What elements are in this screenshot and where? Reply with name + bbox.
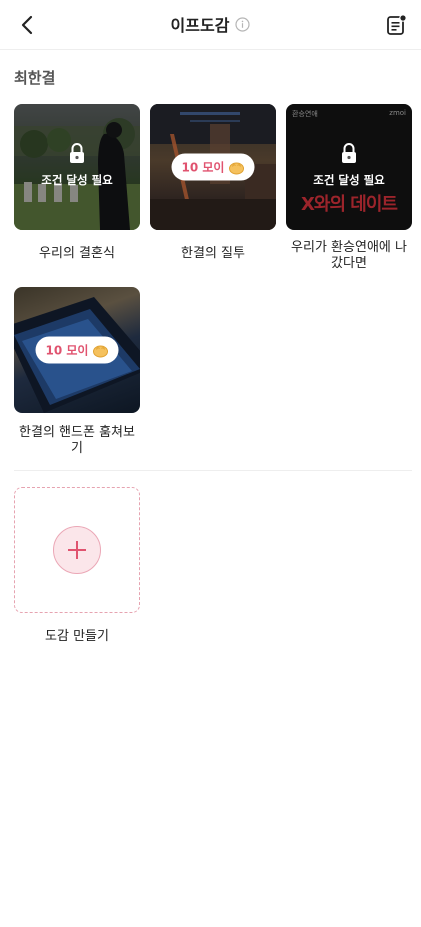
coin-icon: [92, 343, 108, 357]
lock-icon: [68, 142, 86, 164]
card-caption: 한결의 질투: [181, 246, 245, 261]
section-divider: [14, 470, 412, 471]
note-list-button[interactable]: [381, 10, 411, 40]
ifbook-card-exchange[interactable]: 환승연애 zmoi X와의 데이트 조건 달성 필요 우리가 환승연애에 나갔다…: [286, 104, 412, 272]
section-title: 최한결: [14, 69, 56, 87]
create-ifbook-button[interactable]: [14, 487, 140, 613]
info-icon[interactable]: [235, 16, 251, 32]
create-ifbook-label: 도감 만들기: [45, 629, 109, 644]
price-text: 10 모이: [181, 160, 225, 175]
plus-button[interactable]: [53, 526, 101, 574]
page-title: 이프도감: [170, 16, 230, 35]
create-ifbook-card[interactable]: 도감 만들기: [14, 487, 140, 644]
card-thumbnail: 조건 달성 필요: [14, 104, 140, 230]
header-bar: 이프도감: [0, 0, 421, 50]
coin-icon: [228, 160, 244, 174]
ifbook-card-wedding[interactable]: 조건 달성 필요 우리의 결혼식: [14, 104, 140, 262]
card-caption: 우리가 환승연애에 나갔다면: [291, 240, 407, 271]
lock-status-text: 조건 달성 필요: [41, 173, 113, 187]
card-caption: 우리의 결혼식: [39, 246, 115, 261]
note-list-icon: [387, 14, 407, 35]
plus-icon: [68, 541, 86, 559]
card-thumbnail: 10 모이: [150, 104, 276, 230]
lock-icon: [340, 142, 358, 164]
ifbook-card-jealousy[interactable]: 10 모이 한결의 질투: [150, 104, 276, 262]
card-thumbnail: 10 모이: [14, 287, 140, 413]
price-text: 10 모이: [45, 343, 89, 358]
card-thumbnail: 환승연애 zmoi X와의 데이트 조건 달성 필요: [286, 104, 412, 230]
price-pill: 10 모이: [35, 336, 119, 364]
card-caption: 한결의 핸드폰 훔쳐보기: [19, 425, 135, 456]
lock-status-text: 조건 달성 필요: [313, 173, 385, 187]
ifbook-card-phone[interactable]: 10 모이 한결의 핸드폰 훔쳐보기: [14, 287, 140, 457]
price-pill: 10 모이: [171, 153, 255, 181]
